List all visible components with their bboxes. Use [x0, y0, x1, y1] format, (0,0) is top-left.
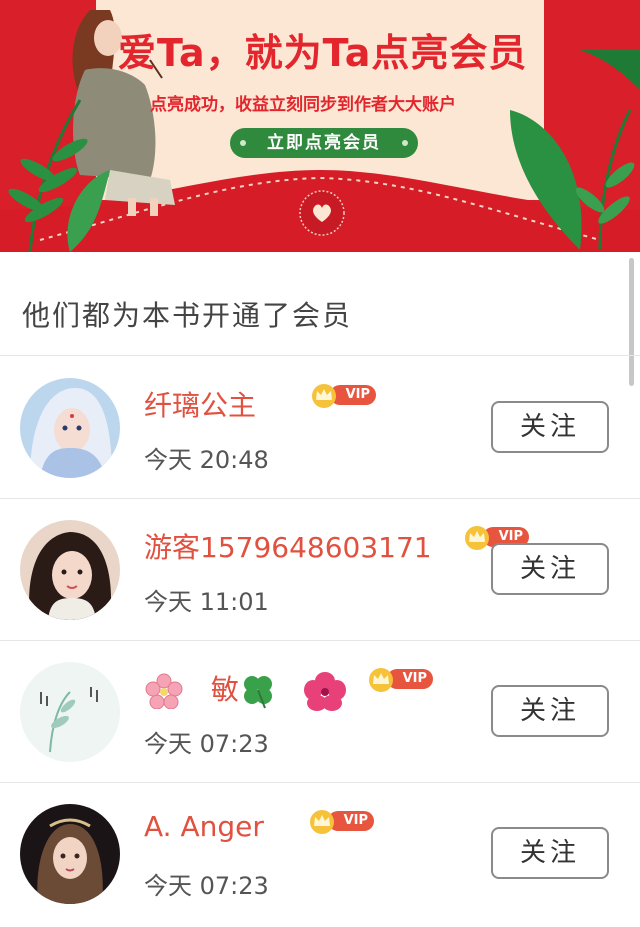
- crown-icon: [465, 526, 489, 550]
- fern-leaves-right: [510, 50, 640, 250]
- hibiscus-icon: [303, 672, 346, 711]
- vip-badge: VIP: [367, 666, 433, 692]
- follow-button[interactable]: 关注: [491, 543, 609, 595]
- dot-icon: [402, 140, 408, 146]
- follow-button[interactable]: 关注: [491, 401, 609, 453]
- crown-icon: [310, 810, 334, 834]
- follow-button[interactable]: 关注: [491, 685, 609, 737]
- avatar[interactable]: [20, 804, 120, 904]
- member-name: 游客1579648603171: [144, 531, 432, 564]
- vip-badge: VIP: [308, 808, 374, 834]
- avatar[interactable]: [20, 662, 120, 762]
- crown-icon: [312, 384, 336, 408]
- heart-seal-icon: [299, 190, 345, 236]
- member-name-text: 敏: [210, 673, 239, 706]
- open-time: 今天 20:48: [144, 446, 269, 474]
- promo-banner[interactable]: 爱Ta，就为Ta点亮会员 点亮成功，收益立刻同步到作者大大账户 立即点亮会员: [0, 0, 640, 252]
- fern-leaves-left: [8, 99, 110, 252]
- open-time: 今天 07:23: [144, 872, 269, 900]
- cherry-blossom-icon: [145, 673, 183, 709]
- list-item: 敏 VIP 今天 07:23 关注: [0, 640, 640, 782]
- light-up-member-button[interactable]: 立即点亮会员: [230, 128, 418, 158]
- four-leaf-clover-icon: [243, 676, 272, 709]
- avatar[interactable]: [20, 378, 120, 478]
- open-time: 今天 11:01: [144, 588, 269, 616]
- member-name: A. Anger: [144, 810, 264, 843]
- avatar[interactable]: [20, 520, 120, 620]
- banner-title: 爱Ta，就为Ta点亮会员: [118, 31, 528, 75]
- cta-label: 立即点亮会员: [267, 133, 381, 153]
- open-time: 今天 07:23: [144, 730, 269, 758]
- list-item: 游客1579648603171 VIP 今天 11:01 关注: [0, 498, 640, 640]
- member-name: 纤璃公主: [144, 389, 257, 422]
- banner-subtitle: 点亮成功，收益立刻同步到作者大大账户: [150, 95, 456, 115]
- follow-button[interactable]: 关注: [491, 827, 609, 879]
- vip-badge: VIP: [310, 382, 376, 408]
- dot-icon: [240, 140, 246, 146]
- list-item: 纤璃公主 VIP 今天 20:48 关注: [0, 356, 640, 498]
- section-title: 他们都为本书开通了会员: [22, 299, 353, 332]
- list-item: A. Anger VIP 今天 07:23 关注: [0, 782, 640, 924]
- crown-icon: [369, 668, 393, 692]
- member-name: 敏: [144, 668, 346, 711]
